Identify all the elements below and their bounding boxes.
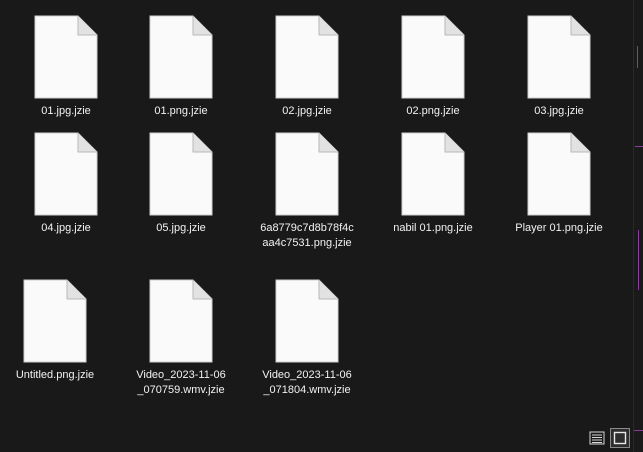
desktop-background-edge (633, 0, 643, 452)
file-item[interactable]: Video_2023-11-06_071804.wmv.jzie (247, 279, 367, 398)
blank-file-icon (275, 132, 339, 216)
file-item[interactable]: 02.jpg.jzie (247, 15, 367, 119)
desktop-line (635, 146, 643, 147)
file-name: 01.jpg.jzie (41, 105, 91, 117)
file-name: 04.jpg.jzie (41, 222, 91, 234)
file-item[interactable]: 02.png.jzie (373, 15, 493, 119)
file-name: nabil 01.png.jzie (393, 222, 473, 234)
file-item[interactable]: 03.jpg.jzie (499, 15, 619, 119)
blank-file-icon (23, 279, 87, 363)
blank-file-icon (275, 15, 339, 99)
file-name: 6a8779c7d8b78f4caa4c7531.png.jzie (260, 222, 354, 249)
file-name: Video_2023-11-06_070759.wmv.jzie (136, 369, 226, 396)
blank-file-icon (149, 15, 213, 99)
blank-file-icon (527, 15, 591, 99)
details-view-icon (589, 431, 605, 445)
file-name: 02.png.jzie (406, 105, 460, 117)
file-name: 01.png.jzie (154, 105, 208, 117)
file-item[interactable]: Video_2023-11-06_070759.wmv.jzie (121, 279, 241, 398)
file-item[interactable]: Player 01.png.jzie (499, 132, 619, 236)
file-item[interactable]: 6a8779c7d8b78f4caa4c7531.png.jzie (247, 132, 367, 251)
file-item[interactable]: 01.jpg.jzie (6, 15, 126, 119)
blank-file-icon (149, 132, 213, 216)
desktop-line (638, 230, 639, 290)
file-name: Untitled.png.jzie (15, 369, 95, 381)
file-item[interactable]: 05.jpg.jzie (121, 132, 241, 236)
file-name: 05.jpg.jzie (156, 222, 206, 234)
file-name: Player 01.png.jzie (515, 222, 603, 234)
large-icons-view-icon (613, 431, 627, 445)
file-grid: 01.jpg.jzie 01.png.jzie 02.jpg.jzie 02.p… (0, 0, 625, 424)
file-explorer-window: 01.jpg.jzie 01.png.jzie 02.jpg.jzie 02.p… (0, 0, 633, 452)
blank-file-icon (34, 132, 98, 216)
blank-file-icon (527, 132, 591, 216)
blank-file-icon (401, 15, 465, 99)
large-icons-view-button[interactable] (610, 428, 630, 448)
blank-file-icon (34, 15, 98, 99)
file-item[interactable]: Untitled.png.jzie (0, 279, 115, 383)
file-name: Video_2023-11-06_071804.wmv.jzie (262, 369, 352, 396)
status-bar (0, 424, 633, 452)
file-item[interactable]: 01.png.jzie (121, 15, 241, 119)
file-name: 03.jpg.jzie (534, 105, 584, 117)
desktop-line (634, 430, 643, 431)
blank-file-icon (401, 132, 465, 216)
blank-file-icon (149, 279, 213, 363)
blank-file-icon (275, 279, 339, 363)
file-item[interactable]: 04.jpg.jzie (6, 132, 126, 236)
details-view-button[interactable] (587, 428, 607, 448)
vertical-scrollbar[interactable] (625, 0, 633, 424)
file-item[interactable]: nabil 01.png.jzie (373, 132, 493, 236)
desktop-line (637, 46, 638, 68)
file-name: 02.jpg.jzie (282, 105, 332, 117)
